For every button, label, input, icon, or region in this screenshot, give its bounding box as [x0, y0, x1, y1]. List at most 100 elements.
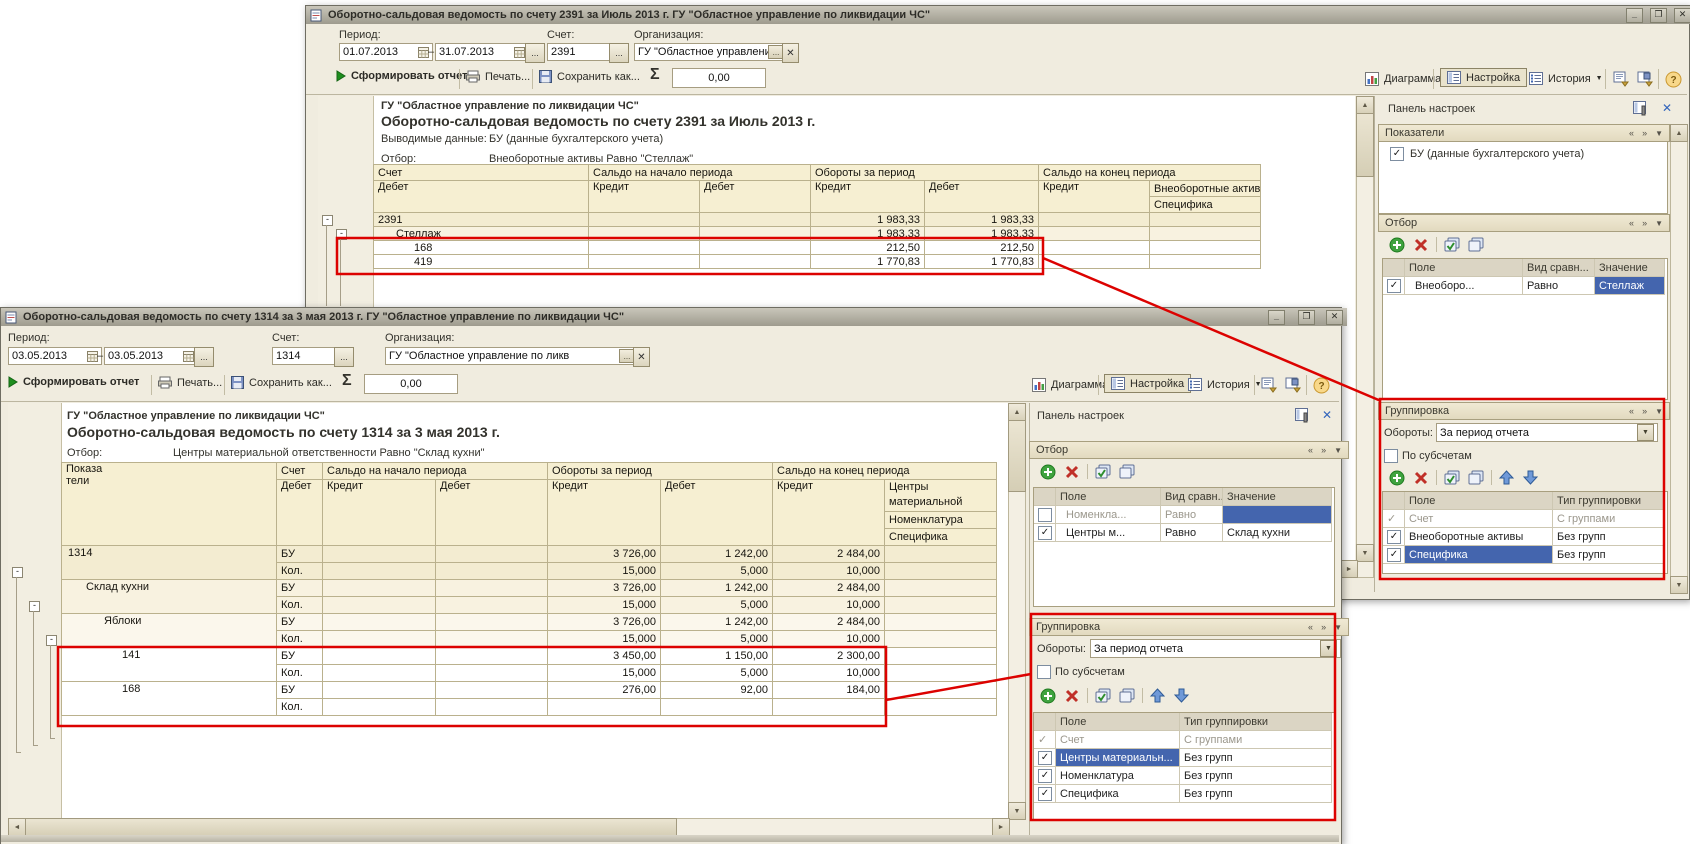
col-header-field[interactable]: Поле — [1405, 259, 1523, 277]
turnover-dropdown[interactable]: За период отчета ▼ — [1436, 423, 1658, 442]
period-to-field[interactable]: 31.07.2013 — [435, 43, 529, 61]
filter-value[interactable] — [1223, 506, 1332, 524]
add-row-icon[interactable] — [1039, 463, 1056, 480]
report-row-value[interactable]: 1 242,00 — [661, 614, 773, 631]
collapse-left-icon[interactable]: « — [1629, 406, 1634, 416]
grouping-field[interactable]: Счет — [1056, 731, 1180, 749]
panel-settings-icon[interactable] — [1632, 100, 1650, 116]
close-button[interactable]: ✕ — [1674, 8, 1690, 23]
col-header-value[interactable]: Значение — [1595, 259, 1665, 277]
col-header-compare[interactable]: Вид сравн... — [1523, 259, 1595, 277]
report-row-value[interactable] — [1039, 227, 1150, 241]
settings-button[interactable]: Настройка — [1440, 68, 1527, 87]
report-row-value[interactable] — [323, 546, 436, 563]
collapse-left-icon[interactable]: « — [1629, 218, 1634, 228]
collapse-left-icon[interactable]: « — [1629, 128, 1634, 138]
report-row-value[interactable]: 10,000 — [773, 597, 885, 614]
section-filter-header[interactable]: Отбор «»▼ — [1378, 214, 1670, 232]
remove-row-icon[interactable] — [1412, 469, 1429, 486]
uncheck-all-icon[interactable] — [1118, 687, 1136, 704]
period-from-field[interactable]: 03.05.2013 — [8, 347, 102, 365]
outline-collapse-icon[interactable]: - — [336, 229, 347, 240]
save-as-button[interactable]: Сохранить как... — [231, 376, 332, 389]
report-row-account[interactable]: 141 — [62, 648, 277, 682]
filter-field[interactable]: Номенкла... — [1056, 506, 1161, 524]
report-row-value[interactable] — [589, 241, 700, 255]
report-row-value[interactable]: 5,000 — [661, 665, 773, 682]
calendar-icon[interactable] — [514, 47, 525, 58]
section-grouping-header[interactable]: Группировка «»▼ — [1029, 618, 1349, 636]
uncheck-all-icon[interactable] — [1118, 463, 1136, 480]
collapse-left-icon[interactable]: « — [1308, 445, 1313, 455]
report-row-value[interactable] — [436, 699, 548, 716]
report-row-value[interactable]: 15,000 — [548, 563, 661, 580]
report-row-value[interactable] — [1150, 227, 1261, 241]
move-down-icon[interactable] — [1173, 687, 1190, 704]
grouping-type[interactable]: Без групп — [1180, 785, 1332, 803]
section-filter-header[interactable]: Отбор «»▼ — [1029, 441, 1349, 459]
report-row-value[interactable] — [1150, 213, 1261, 227]
report-row-value[interactable] — [436, 631, 548, 648]
report-row-indicator-kol[interactable]: Кол. — [277, 597, 323, 614]
row-checkbox-cell[interactable]: ✓ — [1383, 528, 1405, 546]
report-row-value[interactable] — [323, 631, 436, 648]
report-row-indicator-bu[interactable]: БУ — [277, 682, 323, 699]
scroll-down-icon[interactable]: ▼ — [1356, 544, 1374, 562]
report-row-value[interactable] — [885, 563, 997, 580]
period-to-field[interactable]: 03.05.2013 — [104, 347, 198, 365]
uncheck-all-icon[interactable] — [1467, 236, 1485, 253]
check-all-icon[interactable] — [1443, 236, 1461, 253]
report-row-value[interactable]: 1 983,33 — [811, 227, 925, 241]
row-checkbox-cell[interactable]: ✓ — [1034, 749, 1056, 767]
history-button[interactable]: История ▼ — [1186, 375, 1264, 394]
report-row-indicator-bu[interactable]: БУ — [277, 546, 323, 563]
row-checkbox[interactable] — [1038, 508, 1052, 522]
report-row-value[interactable] — [885, 699, 997, 716]
grouping-type[interactable]: Без групп — [1553, 528, 1665, 546]
report-row-value[interactable]: 3 726,00 — [548, 614, 661, 631]
section-indicators-header[interactable]: Показатели «»▼ — [1378, 124, 1670, 142]
report-row-value[interactable]: 10,000 — [773, 665, 885, 682]
col-header-group-type[interactable]: Тип группировки — [1553, 492, 1665, 510]
move-up-icon[interactable] — [1498, 469, 1515, 486]
col-header-field[interactable]: Поле — [1405, 492, 1553, 510]
load-settings-icon[interactable] — [1612, 70, 1630, 88]
grouping-field[interactable]: Внеоборотные активы — [1405, 528, 1553, 546]
by-subaccounts-checkbox[interactable] — [1037, 665, 1051, 679]
scroll-up-icon[interactable]: ▲ — [1356, 96, 1374, 114]
report-row-value[interactable] — [885, 682, 997, 699]
calendar-icon[interactable] — [183, 351, 194, 362]
minimize-button[interactable]: _ — [1626, 8, 1643, 23]
row-checkbox-cell[interactable]: ✓ — [1034, 785, 1056, 803]
col-header-group-type[interactable]: Тип группировки — [1180, 713, 1332, 731]
report-row-value[interactable] — [323, 682, 436, 699]
row-checkbox-cell[interactable]: ✓ — [1383, 277, 1405, 295]
report-row-value[interactable]: 3 726,00 — [548, 546, 661, 563]
row-checkbox[interactable]: ✓ — [1387, 530, 1401, 544]
report-row-value[interactable] — [700, 227, 811, 241]
row-checkbox-cell[interactable]: ✓ — [1034, 767, 1056, 785]
by-subaccounts-checkbox[interactable] — [1384, 449, 1398, 463]
check-all-icon[interactable] — [1094, 687, 1112, 704]
scroll-right-icon[interactable]: ► — [1340, 560, 1358, 578]
report-row-indicator-bu[interactable]: БУ — [277, 614, 323, 631]
report-row-value[interactable]: 5,000 — [661, 563, 773, 580]
panel-scrollbar[interactable] — [1670, 124, 1688, 594]
report-row-account[interactable]: 2391 — [374, 213, 589, 227]
report-row-value[interactable]: 5,000 — [661, 631, 773, 648]
collapse-down-icon[interactable]: ▼ — [1655, 407, 1663, 416]
report-row-value[interactable]: 1 150,00 — [661, 648, 773, 665]
report-row-value[interactable]: 10,000 — [773, 631, 885, 648]
filter-value[interactable]: Склад кухни — [1223, 524, 1332, 542]
collapse-down-icon[interactable]: ▼ — [1655, 129, 1663, 138]
report-row-value[interactable] — [700, 241, 811, 255]
organization-field[interactable]: ГУ "Областное управление по ликв ... — [385, 347, 639, 365]
report-row-value[interactable] — [700, 255, 811, 269]
check-all-icon[interactable] — [1443, 469, 1461, 486]
report-row-value[interactable] — [436, 563, 548, 580]
help-icon[interactable]: ? — [1312, 376, 1330, 394]
period-pick-button[interactable]: ... — [194, 347, 214, 367]
report-row-value[interactable] — [885, 631, 997, 648]
add-row-icon[interactable] — [1388, 236, 1405, 253]
report-row-value[interactable] — [1150, 255, 1261, 269]
